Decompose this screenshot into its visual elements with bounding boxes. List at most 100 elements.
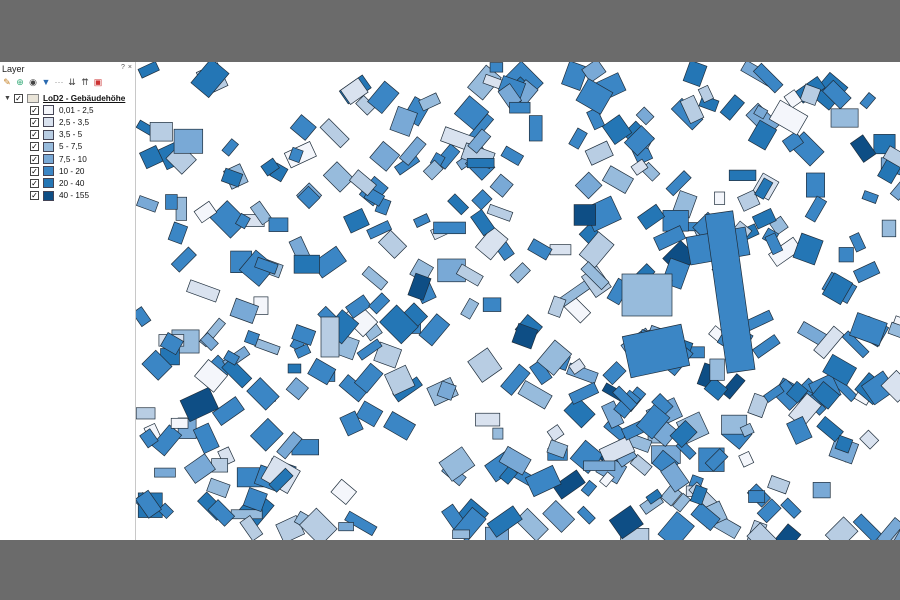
building-footprint	[568, 127, 588, 150]
building-footprint	[751, 334, 781, 359]
legend-item-label: 0,01 - 2,5	[59, 105, 94, 115]
building-footprint	[167, 221, 189, 245]
building-footprint	[861, 190, 879, 204]
building-map	[136, 62, 900, 540]
filter-legend-icon[interactable]: ⋯	[54, 77, 64, 87]
legend-item-checkbox[interactable]: ✓	[30, 191, 39, 201]
legend-swatch	[43, 154, 54, 165]
building-footprint	[806, 172, 825, 198]
building-footprint	[170, 246, 197, 273]
building-footprint	[289, 114, 317, 141]
legend-item[interactable]: ✓ 10 - 20	[0, 165, 135, 177]
building-footprint	[547, 295, 567, 318]
building-footprint	[179, 386, 219, 423]
building-footprint	[322, 161, 355, 193]
building-footprint	[528, 115, 543, 142]
legend-item-label: 2,5 - 3,5	[59, 117, 90, 127]
building-footprint	[383, 411, 417, 441]
building-footprint	[297, 185, 321, 210]
building-footprint	[635, 106, 655, 126]
legend-item[interactable]: ✓ 20 - 40	[0, 177, 135, 189]
building-footprint	[527, 238, 553, 261]
legend-item-label: 40 - 155	[59, 191, 90, 201]
building-footprint	[221, 138, 240, 157]
legend-item-checkbox[interactable]: ✓	[30, 130, 39, 140]
legend-item-label: 7,5 - 10	[59, 154, 87, 164]
legend-item-checkbox[interactable]: ✓	[30, 154, 39, 164]
building-footprint	[546, 424, 565, 442]
building-footprint	[709, 358, 725, 381]
building-footprint	[738, 450, 755, 468]
add-layer-icon[interactable]: ⊕	[15, 77, 25, 87]
building-footprint	[438, 446, 476, 482]
legend-item[interactable]: ✓ 3,5 - 5	[0, 129, 135, 141]
building-footprint	[524, 464, 562, 498]
layer-group-row[interactable]: ▼ ✓ LoD2 - Gebäudehöhe	[0, 92, 135, 104]
filter-icon[interactable]: ▼	[41, 77, 51, 87]
building-footprint	[139, 145, 164, 170]
building-footprint	[136, 195, 159, 213]
layer-tree: ▼ ✓ LoD2 - Gebäudehöhe ✓ 0,01 - 2,5 ✓ 2,5 -…	[0, 92, 135, 202]
building-footprint	[165, 194, 178, 210]
building-footprint	[780, 497, 802, 519]
building-footprint	[812, 482, 831, 499]
building-footprint	[467, 347, 503, 383]
building-footprint	[173, 128, 204, 154]
building-footprint	[268, 217, 289, 232]
legend-item[interactable]: ✓ 7,5 - 10	[0, 153, 135, 165]
building-footprint	[433, 221, 466, 235]
building-footprint	[637, 203, 666, 231]
legend-swatch	[43, 117, 54, 128]
building-footprint	[413, 213, 431, 228]
panel-title: Layer	[2, 64, 25, 74]
legend-item-checkbox[interactable]: ✓	[30, 105, 39, 115]
building-footprint	[190, 62, 230, 99]
building-footprint	[583, 460, 616, 471]
building-footprint	[573, 204, 596, 226]
legend-swatch	[43, 105, 54, 116]
building-footprint	[767, 475, 791, 495]
building-footprint	[249, 417, 284, 452]
building-footprint	[682, 62, 708, 87]
building-footprint	[792, 232, 824, 266]
building-footprint	[489, 62, 504, 73]
legend-item-label: 3,5 - 5	[59, 130, 83, 140]
building-footprint	[377, 229, 408, 259]
legend-item-checkbox[interactable]: ✓	[30, 166, 39, 176]
legend-item-checkbox[interactable]: ✓	[30, 178, 39, 188]
building-footprint	[549, 244, 572, 256]
building-footprint	[343, 207, 370, 234]
chevron-down-icon[interactable]: ▼	[4, 95, 12, 102]
building-footprint	[475, 412, 501, 427]
float-panel-button[interactable]: ?	[121, 64, 125, 71]
close-panel-button[interactable]: ×	[128, 64, 132, 71]
paint-brush-icon[interactable]: ✎	[2, 77, 12, 87]
building-footprint	[568, 381, 600, 405]
building-footprint	[838, 247, 854, 263]
legend-item[interactable]: ✓ 0,01 - 2,5	[0, 104, 135, 116]
building-footprint	[728, 169, 757, 181]
remove-layer-icon[interactable]: ▣	[93, 77, 103, 87]
collapse-all-icon[interactable]: ⇈	[80, 77, 90, 87]
building-footprint	[418, 92, 442, 112]
legend-item[interactable]: ✓ 5 - 7,5	[0, 141, 135, 153]
folder-icon	[27, 93, 39, 103]
expand-all-icon[interactable]: ⇊	[67, 77, 77, 87]
legend-item-label: 20 - 40	[59, 178, 85, 188]
legend-item[interactable]: ✓ 40 - 155	[0, 190, 135, 202]
building-footprint	[542, 499, 576, 533]
building-footprint	[136, 306, 152, 328]
map-canvas[interactable]	[136, 62, 900, 540]
legend-item-checkbox[interactable]: ✓	[30, 117, 39, 127]
building-footprint	[471, 189, 493, 211]
layer-group-checkbox[interactable]: ✓	[14, 93, 23, 103]
building-footprint	[460, 297, 480, 320]
eye-icon[interactable]: ◉	[28, 77, 38, 87]
legend-item[interactable]: ✓ 2,5 - 3,5	[0, 116, 135, 128]
legend-item-checkbox[interactable]: ✓	[30, 142, 39, 152]
building-footprint	[657, 511, 695, 540]
building-footprint	[455, 263, 484, 287]
dock-buttons: ? ×	[121, 64, 132, 71]
building-footprint	[830, 108, 859, 128]
qgis-window: Layer ? × ✎ ⊕ ◉ ▼ ⋯ ⇊ ⇈ ▣ ▼ ✓ LoD2 - Geb…	[0, 62, 900, 540]
